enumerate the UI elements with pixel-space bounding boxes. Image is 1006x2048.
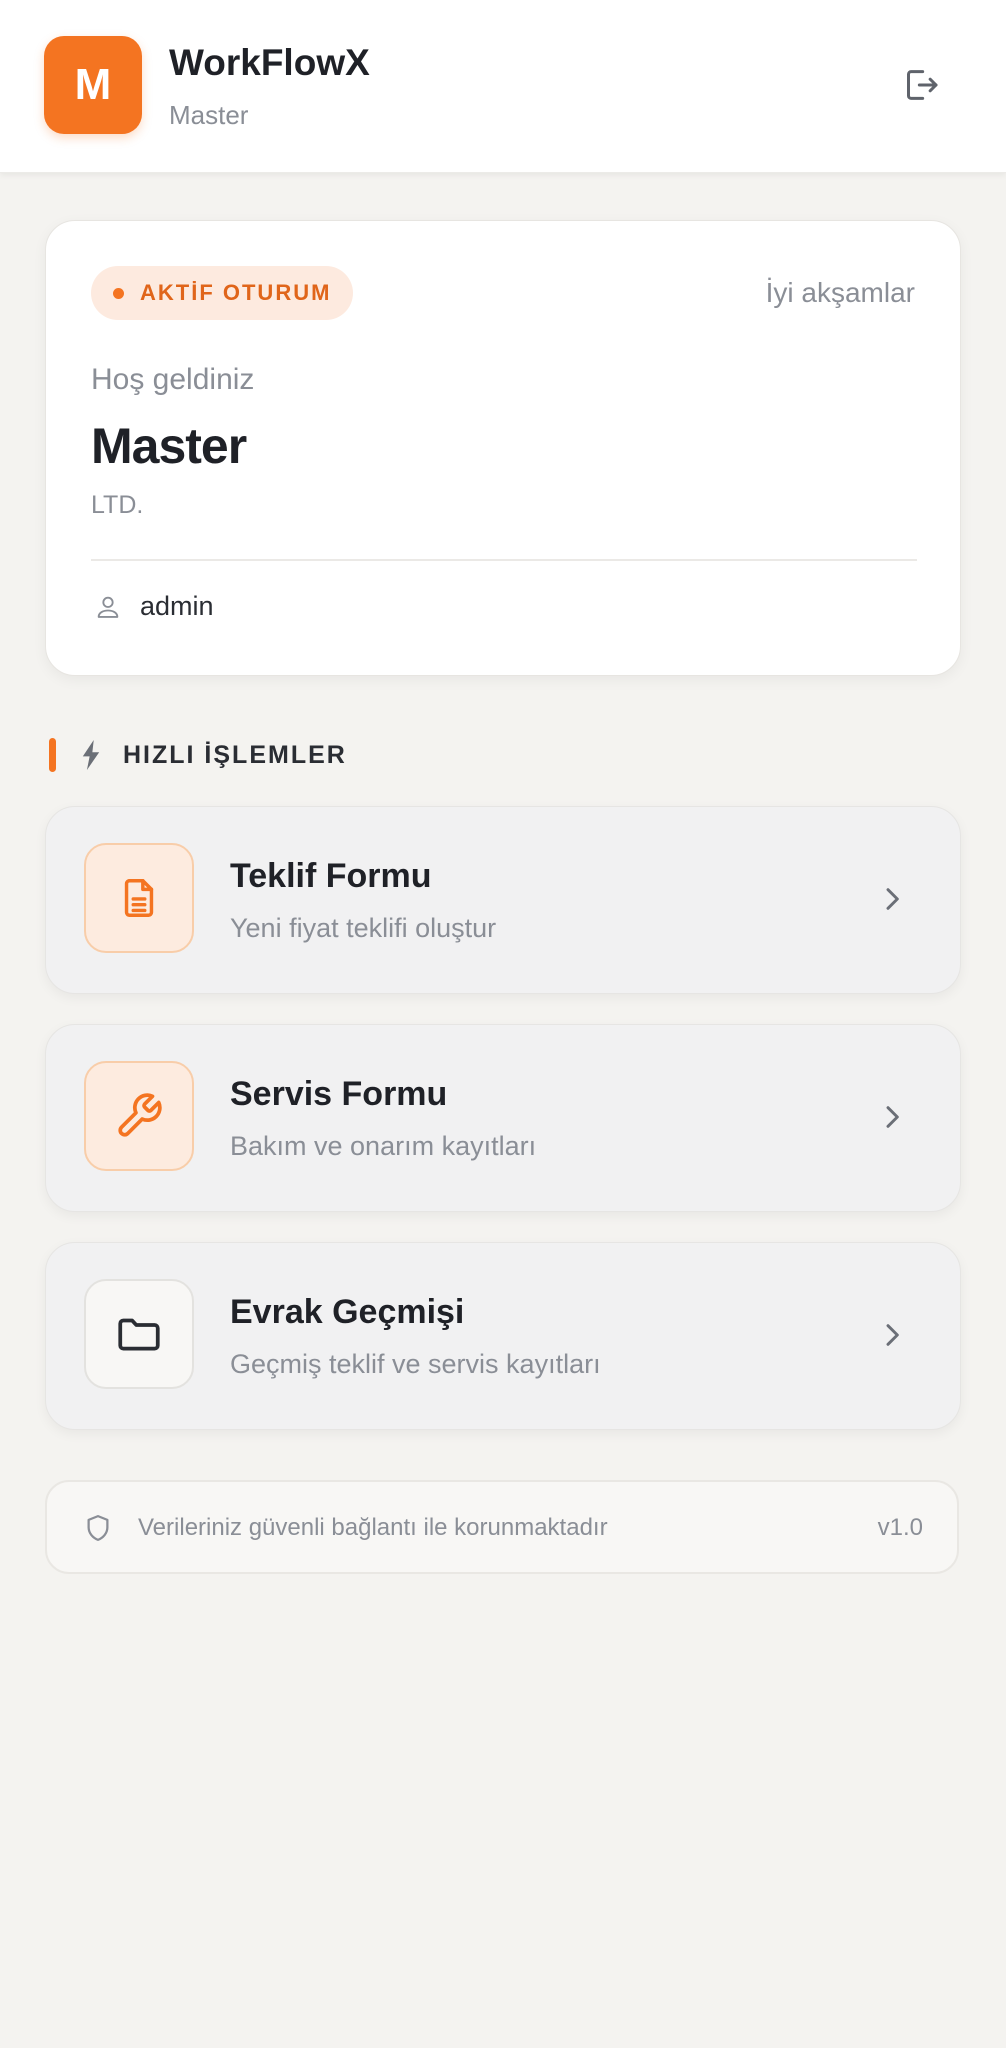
app-logo: M [44,36,142,134]
company-name: LTD. [91,491,144,519]
session-status-badge: AKTİF OTURUM [91,266,354,320]
app-subtitle: Master [169,100,249,130]
username-row: admin [94,591,214,622]
action-title: Teklif Formu [230,857,432,895]
document-icon [124,879,154,917]
action-card-teklif-formu[interactable]: Teklif Formu Yeni fiyat teklifi oluştur [45,806,961,994]
chevron-right-icon [872,1315,912,1355]
chevron-right-icon [872,879,912,919]
section-title: HIZLI İŞLEMLER [123,740,347,769]
shield-icon [87,1515,109,1541]
action-card-servis-formu[interactable]: Servis Formu Bakım ve onarım kayıtları [45,1024,961,1212]
action-icon-box [84,1279,194,1389]
user-display-name: Master [91,418,247,474]
user-icon [97,596,119,618]
action-icon-box [84,843,194,953]
logout-button[interactable] [896,60,946,110]
folder-icon [118,1318,160,1351]
session-status-label: AKTİF OTURUM [140,280,332,305]
quick-actions-header: HIZLI İŞLEMLER [49,738,347,772]
username: admin [140,591,214,621]
action-description: Yeni fiyat teklifi oluştur [230,913,497,943]
action-icon-box [84,1061,194,1171]
status-dot-icon [113,287,124,299]
chevron-right-icon [872,1097,912,1137]
logout-icon [907,70,938,100]
section-accent-bar [49,738,56,772]
action-title: Evrak Geçmişi [230,1293,465,1331]
action-description: Bakım ve onarım kayıtları [230,1131,537,1161]
app-version: v1.0 [877,1514,923,1541]
wrench-icon [118,1093,162,1137]
card-divider [91,559,917,561]
welcome-label: Hoş geldiniz [91,363,255,396]
greeting-text: İyi akşamlar [765,277,915,308]
action-card-evrak-gecmisi[interactable]: Evrak Geçmişi Geçmiş teklif ve servis ka… [45,1242,961,1430]
action-description: Geçmiş teklif ve servis kayıtları [230,1349,601,1379]
app-header: M WorkFlowX Master [0,0,1006,173]
action-title: Servis Formu [230,1075,448,1113]
app-title: WorkFlowX [169,42,370,83]
security-text: Verileriniz güvenli bağlantı ile korunma… [138,1514,608,1541]
welcome-card: AKTİF OTURUM İyi akşamlar Hoş geldiniz M… [45,220,961,676]
security-notice: Verileriniz güvenli bağlantı ile korunma… [45,1480,959,1574]
lightning-icon [82,740,100,770]
